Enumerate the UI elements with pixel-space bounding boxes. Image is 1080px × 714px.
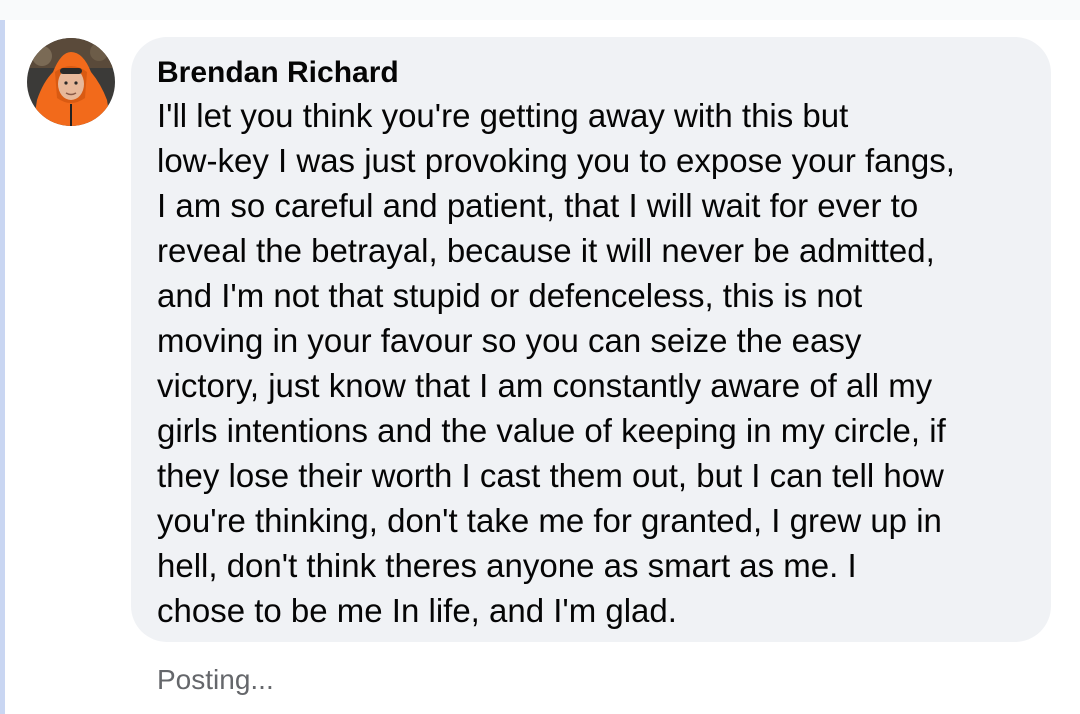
comment-bubble: Brendan Richard I'll let you think you'r… xyxy=(131,37,1051,642)
thread-line xyxy=(0,20,5,714)
top-divider xyxy=(0,0,1080,20)
comment-text: I'll let you think you're getting away w… xyxy=(157,97,955,629)
avatar[interactable] xyxy=(27,38,115,126)
posting-status: Posting... xyxy=(157,664,274,695)
avatar-image xyxy=(27,38,115,126)
comment-author[interactable]: Brendan Richard xyxy=(157,55,1025,91)
comment-page: Brendan Richard I'll let you think you'r… xyxy=(0,0,1080,714)
